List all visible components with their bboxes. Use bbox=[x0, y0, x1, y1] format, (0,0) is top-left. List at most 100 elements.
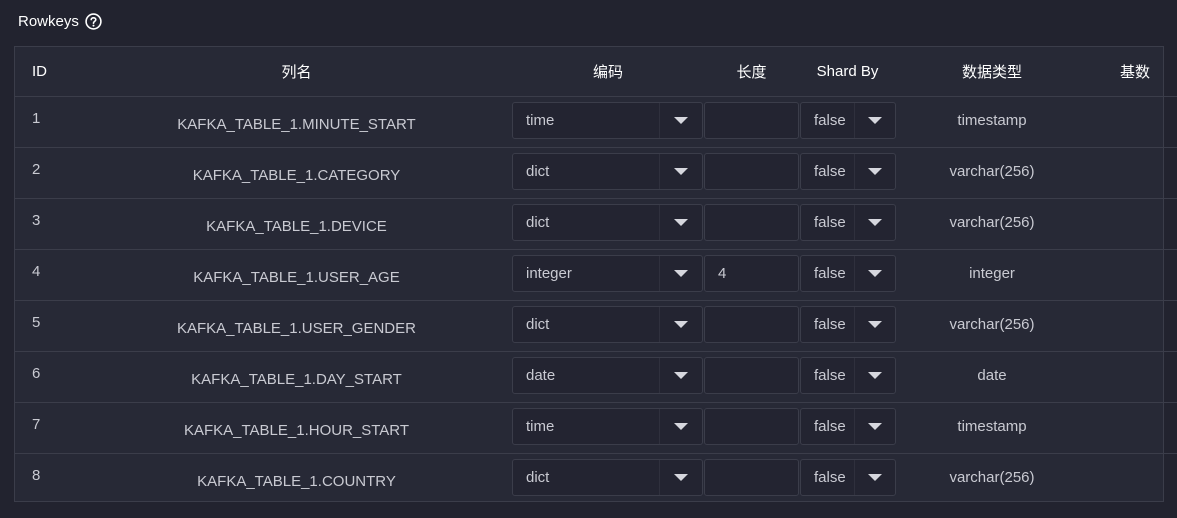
chevron-down-icon[interactable] bbox=[854, 409, 895, 444]
cardinality bbox=[1088, 249, 1177, 300]
row-id: 7 bbox=[32, 416, 41, 433]
data-type: varchar(256) bbox=[949, 214, 1035, 231]
chevron-down-icon[interactable] bbox=[659, 358, 702, 393]
encoding-select[interactable]: dict bbox=[512, 306, 703, 343]
column-name: KAFKA_TABLE_1.MINUTE_START bbox=[177, 116, 416, 133]
encoding-value: dict bbox=[526, 469, 550, 487]
length-input[interactable] bbox=[704, 204, 799, 241]
shard-by-value: false bbox=[814, 418, 846, 435]
column-name: KAFKA_TABLE_1.CATEGORY bbox=[192, 167, 401, 184]
encoding-select[interactable]: date bbox=[512, 357, 703, 394]
length-input[interactable] bbox=[704, 102, 799, 139]
encoding-select[interactable]: integer bbox=[512, 255, 703, 292]
cardinality bbox=[1088, 198, 1177, 249]
column-header-length: 长度 bbox=[736, 63, 767, 81]
data-type: varchar(256) bbox=[949, 163, 1035, 180]
chevron-down-icon[interactable] bbox=[659, 154, 702, 189]
chevron-down-icon[interactable] bbox=[854, 307, 895, 342]
chevron-down-icon[interactable] bbox=[659, 256, 702, 291]
chevron-down-icon[interactable] bbox=[659, 205, 702, 240]
column-header-name: 列名 bbox=[281, 63, 312, 81]
cardinality bbox=[1088, 453, 1177, 504]
encoding-select[interactable]: time bbox=[512, 408, 703, 445]
data-type: integer bbox=[969, 265, 1015, 282]
shard-by-select[interactable]: false bbox=[800, 102, 896, 139]
cardinality bbox=[1088, 300, 1177, 351]
column-header-shard-by: Shard By bbox=[816, 62, 879, 80]
encoding-value: time bbox=[526, 418, 555, 435]
chevron-down-icon[interactable] bbox=[854, 205, 895, 240]
encoding-select[interactable]: dict bbox=[512, 153, 703, 190]
shard-by-select[interactable]: false bbox=[800, 408, 896, 445]
cardinality bbox=[1088, 402, 1177, 453]
encoding-value: date bbox=[526, 367, 556, 384]
cardinality bbox=[1088, 351, 1177, 402]
length-input[interactable] bbox=[704, 153, 799, 190]
column-header-data-type: 数据类型 bbox=[961, 63, 1022, 81]
encoding-select[interactable]: dict bbox=[512, 204, 703, 241]
encoding-value: integer bbox=[526, 265, 572, 282]
table-row: 7 KAFKA_TABLE_1.HOUR_START time false timest… bbox=[15, 402, 1177, 453]
column-header-encoding: 编码 bbox=[592, 63, 623, 81]
shard-by-select[interactable]: false bbox=[800, 459, 896, 497]
table-row: 6 KAFKA_TABLE_1.DAY_START date false date bbox=[15, 351, 1177, 402]
column-header-cardinality: 基数 bbox=[1119, 63, 1150, 81]
row-id: 6 bbox=[32, 365, 41, 382]
encoding-value: dict bbox=[526, 316, 550, 333]
encoding-value: time bbox=[526, 112, 555, 129]
length-input[interactable] bbox=[704, 408, 799, 445]
length-input[interactable] bbox=[704, 306, 799, 343]
column-name: KAFKA_TABLE_1.COUNTRY bbox=[197, 473, 396, 491]
cardinality bbox=[1088, 147, 1177, 198]
column-name: KAFKA_TABLE_1.DAY_START bbox=[191, 371, 402, 388]
shard-by-select[interactable]: false bbox=[800, 255, 896, 292]
chevron-down-icon[interactable] bbox=[854, 256, 895, 291]
row-id: 3 bbox=[32, 212, 41, 229]
chevron-down-icon[interactable] bbox=[854, 103, 895, 138]
chevron-down-icon[interactable] bbox=[659, 409, 702, 444]
shard-by-select[interactable]: false bbox=[800, 357, 896, 394]
table-row: 8 KAFKA_TABLE_1.COUNTRY dict false varchar(2… bbox=[15, 453, 1177, 504]
shard-by-value: false bbox=[814, 214, 846, 231]
row-id: 8 bbox=[32, 467, 41, 485]
shard-by-select[interactable]: false bbox=[800, 153, 896, 190]
row-id: 4 bbox=[32, 263, 41, 280]
section-title: Rowkeys bbox=[18, 12, 79, 30]
row-id: 1 bbox=[32, 110, 41, 127]
length-input[interactable] bbox=[704, 255, 799, 292]
length-input[interactable] bbox=[704, 459, 799, 497]
encoding-value: dict bbox=[526, 163, 550, 180]
shard-by-value: false bbox=[814, 163, 846, 180]
chevron-down-icon[interactable] bbox=[659, 460, 702, 496]
table-row: 5 KAFKA_TABLE_1.USER_GENDER dict false varch… bbox=[15, 300, 1177, 351]
encoding-select[interactable]: dict bbox=[512, 459, 703, 497]
shard-by-select[interactable]: false bbox=[800, 306, 896, 343]
data-type: timestamp bbox=[957, 112, 1027, 129]
data-type: varchar(256) bbox=[949, 316, 1035, 333]
shard-by-value: false bbox=[814, 265, 846, 282]
length-input[interactable] bbox=[704, 357, 799, 394]
table-row: 1 KAFKA_TABLE_1.MINUTE_START time false time… bbox=[15, 96, 1177, 147]
chevron-down-icon[interactable] bbox=[854, 460, 895, 496]
shard-by-value: false bbox=[814, 367, 846, 384]
question-circle-icon[interactable] bbox=[85, 12, 102, 30]
shard-by-value: false bbox=[814, 469, 846, 487]
chevron-down-icon[interactable] bbox=[659, 307, 702, 342]
chevron-down-icon[interactable] bbox=[854, 154, 895, 189]
column-name: KAFKA_TABLE_1.HOUR_START bbox=[183, 422, 410, 439]
data-type: varchar(256) bbox=[949, 469, 1035, 487]
encoding-select[interactable]: time bbox=[512, 102, 703, 139]
shard-by-select[interactable]: false bbox=[800, 204, 896, 241]
data-type: timestamp bbox=[957, 418, 1027, 435]
chevron-down-icon[interactable] bbox=[854, 358, 895, 393]
table-row: 2 KAFKA_TABLE_1.CATEGORY dict false varchar(… bbox=[15, 147, 1177, 198]
shard-by-value: false bbox=[814, 316, 846, 333]
table-row: 4 KAFKA_TABLE_1.USER_AGE integer false integ… bbox=[15, 249, 1177, 300]
chevron-down-icon[interactable] bbox=[659, 103, 702, 138]
rowkeys-header: Rowkeys bbox=[18, 10, 102, 32]
cardinality bbox=[1088, 96, 1177, 147]
row-id: 5 bbox=[32, 314, 41, 331]
data-type: date bbox=[977, 367, 1007, 384]
column-name: KAFKA_TABLE_1.DEVICE bbox=[206, 218, 387, 235]
column-name: KAFKA_TABLE_1.USER_GENDER bbox=[177, 320, 416, 337]
